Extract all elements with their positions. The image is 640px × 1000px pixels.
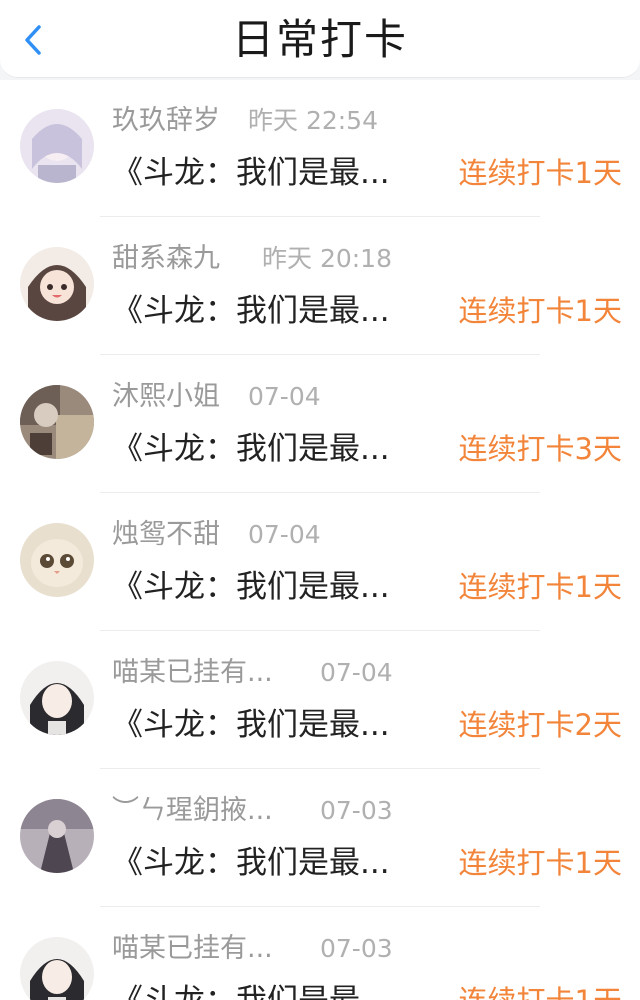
streak-label: 连续打卡1天 bbox=[458, 156, 622, 190]
book-title: 《斗龙：我们是最... bbox=[112, 845, 390, 881]
list-item[interactable]: 玖玖辞岁 昨天 22:54 《斗龙：我们是最... 连续打卡1天 bbox=[0, 80, 640, 218]
avatar[interactable] bbox=[20, 109, 94, 183]
streak-label: 连续打卡3天 bbox=[458, 432, 622, 466]
divider bbox=[100, 768, 540, 769]
divider bbox=[100, 492, 540, 493]
list-item[interactable]: 喵某已挂有... 07-03 《斗龙：我们是最... 连续打卡1天 bbox=[0, 908, 640, 1000]
user-name: 烛鸳不甜 bbox=[112, 519, 220, 550]
checkin-time: 07-04 bbox=[320, 658, 393, 687]
checkin-time: 07-04 bbox=[248, 520, 321, 549]
user-name: 沐熙小姐 bbox=[112, 381, 220, 412]
list-item[interactable]: ︶ㄣ瑆鈅掖... 07-03 《斗龙：我们是最... 连续打卡1天 bbox=[0, 770, 640, 908]
divider bbox=[100, 906, 540, 907]
divider bbox=[100, 630, 540, 631]
book-title: 《斗龙：我们是最... bbox=[112, 293, 390, 329]
streak-label: 连续打卡1天 bbox=[458, 570, 622, 604]
streak-label: 连续打卡2天 bbox=[458, 708, 622, 742]
book-title: 《斗龙：我们是最... bbox=[112, 431, 390, 467]
avatar[interactable] bbox=[20, 661, 94, 735]
top-bar: 日常打卡 bbox=[0, 0, 640, 78]
checkin-time: 07-04 bbox=[248, 382, 321, 411]
streak-label: 连续打卡1天 bbox=[458, 294, 622, 328]
checkin-time: 07-03 bbox=[320, 934, 393, 963]
streak-label: 连续打卡1天 bbox=[459, 981, 622, 1000]
user-name: ︶ㄣ瑆鈅掖... bbox=[112, 795, 273, 826]
avatar[interactable] bbox=[20, 937, 94, 1000]
avatar[interactable] bbox=[20, 523, 94, 597]
book-title: 《斗龙：我们是最... bbox=[112, 981, 422, 1000]
user-name: 喵某已挂有... bbox=[112, 657, 273, 688]
list-item[interactable]: 烛鸳不甜 07-04 《斗龙：我们是最... 连续打卡1天 bbox=[0, 494, 640, 632]
book-title: 《斗龙：我们是最... bbox=[112, 707, 390, 743]
divider bbox=[100, 216, 540, 217]
checkin-time: 07-03 bbox=[320, 796, 393, 825]
avatar[interactable] bbox=[20, 799, 94, 873]
avatar[interactable] bbox=[20, 247, 94, 321]
list-item[interactable]: 甜系森九 昨天 20:18 《斗龙：我们是最... 连续打卡1天 bbox=[0, 218, 640, 356]
checkin-time: 昨天 22:54 bbox=[248, 106, 378, 135]
list-item[interactable]: 喵某已挂有... 07-04 《斗龙：我们是最... 连续打卡2天 bbox=[0, 632, 640, 770]
book-title: 《斗龙：我们是最... bbox=[112, 569, 390, 605]
list-item[interactable]: 沐熙小姐 07-04 《斗龙：我们是最... 连续打卡3天 bbox=[0, 356, 640, 494]
book-title: 《斗龙：我们是最... bbox=[112, 155, 390, 191]
streak-label: 连续打卡1天 bbox=[458, 846, 622, 880]
user-name: 甜系森九 bbox=[112, 243, 220, 274]
user-name: 喵某已挂有... bbox=[112, 933, 273, 964]
user-name: 玖玖辞岁 bbox=[112, 105, 220, 136]
divider bbox=[100, 354, 540, 355]
checkin-list: 玖玖辞岁 昨天 22:54 《斗龙：我们是最... 连续打卡1天 甜系森九 昨天… bbox=[0, 80, 640, 1000]
checkin-time: 昨天 20:18 bbox=[262, 244, 392, 273]
avatar[interactable] bbox=[20, 385, 94, 459]
page-title: 日常打卡 bbox=[231, 15, 408, 64]
